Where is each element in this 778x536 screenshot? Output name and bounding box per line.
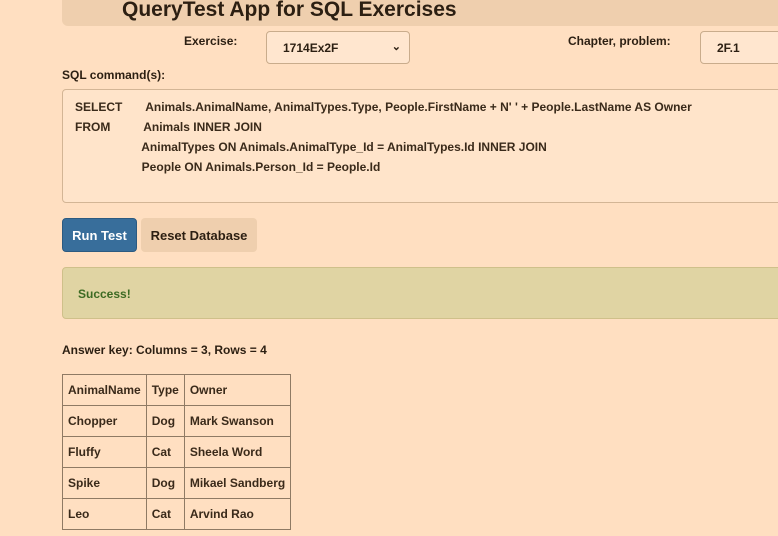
reset-database-button[interactable]: Reset Database bbox=[141, 218, 257, 252]
exercise-select-value: 1714Ex2F bbox=[283, 41, 339, 55]
sql-line: FROM Animals INNER JOIN bbox=[75, 120, 262, 134]
status-alert: Success! bbox=[62, 267, 778, 319]
table-cell: Chopper bbox=[62, 405, 147, 437]
exercise-select[interactable]: 1714Ex2F ⌄ bbox=[266, 31, 410, 64]
table-header-row: AnimalName Type Owner bbox=[62, 374, 292, 406]
table-cell: Dog bbox=[145, 467, 185, 499]
column-header: Owner bbox=[183, 374, 292, 406]
column-header: Type bbox=[145, 374, 185, 406]
table-row: Chopper Dog Mark Swanson bbox=[62, 405, 292, 437]
table-row: Leo Cat Arvind Rao bbox=[62, 498, 292, 530]
chapter-problem-field[interactable]: 2F.1 bbox=[700, 31, 778, 64]
sql-editor[interactable]: SELECT Animals.AnimalName, AnimalTypes.T… bbox=[62, 89, 778, 203]
status-message: Success! bbox=[78, 287, 131, 301]
exercise-label: Exercise: bbox=[184, 34, 238, 48]
table-cell: Leo bbox=[62, 498, 147, 530]
answer-table: AnimalName Type Owner Chopper Dog Mark S… bbox=[62, 374, 292, 530]
table-cell: Dog bbox=[145, 405, 185, 437]
table-row: Fluffy Cat Sheela Word bbox=[62, 436, 292, 468]
column-header: AnimalName bbox=[62, 374, 147, 406]
table-cell: Cat bbox=[145, 436, 185, 468]
chevron-down-icon: ⌄ bbox=[391, 41, 401, 53]
table-cell: Mark Swanson bbox=[183, 405, 292, 437]
answer-key-summary: Answer key: Columns = 3, Rows = 4 bbox=[62, 343, 267, 357]
sql-line: People ON Animals.Person_Id = People.Id bbox=[75, 160, 381, 174]
sql-label: SQL command(s): bbox=[62, 68, 166, 82]
table-cell: Mikael Sandberg bbox=[183, 467, 292, 499]
sql-line: AnimalTypes ON Animals.AnimalType_Id = A… bbox=[75, 140, 547, 154]
chapter-problem-value: 2F.1 bbox=[717, 41, 740, 55]
run-test-button[interactable]: Run Test bbox=[62, 218, 137, 252]
chapter-label: Chapter, problem: bbox=[568, 34, 671, 48]
table-cell: Fluffy bbox=[62, 436, 147, 468]
table-cell: Cat bbox=[145, 498, 185, 530]
page-title: QueryTest App for SQL Exercises bbox=[122, 0, 457, 21]
table-cell: Arvind Rao bbox=[183, 498, 292, 530]
table-row: Spike Dog Mikael Sandberg bbox=[62, 467, 292, 499]
title-bar: QueryTest App for SQL Exercises bbox=[62, 0, 778, 26]
sql-line: SELECT Animals.AnimalName, AnimalTypes.T… bbox=[75, 100, 692, 114]
table-cell: Sheela Word bbox=[183, 436, 292, 468]
table-cell: Spike bbox=[62, 467, 147, 499]
